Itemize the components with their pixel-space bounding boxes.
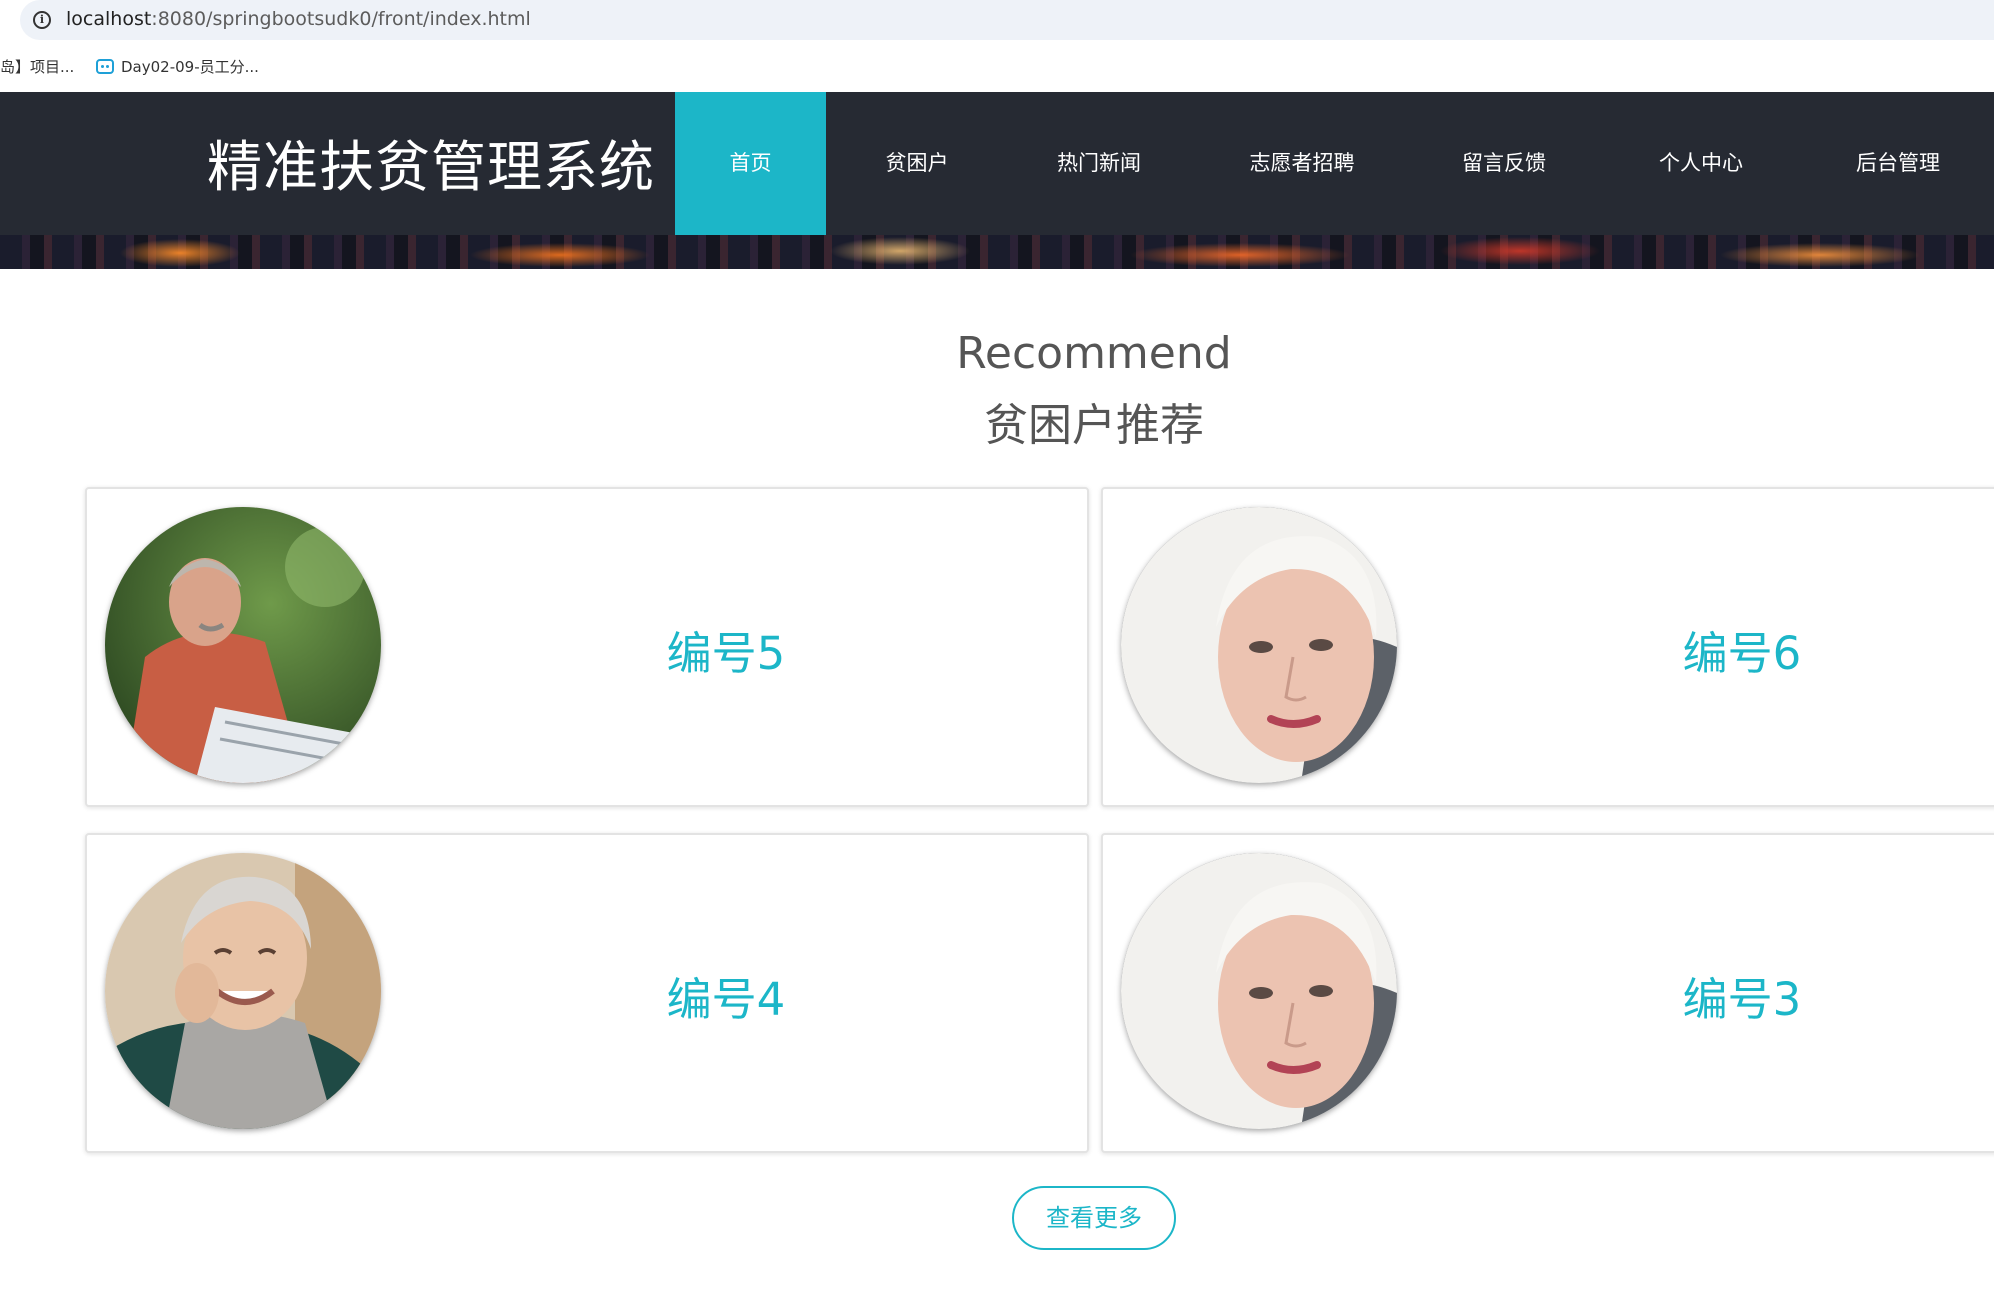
- section-title-en: Recommend: [956, 328, 1232, 379]
- nav-home[interactable]: 首页: [675, 92, 826, 235]
- card-label[interactable]: 编号4: [611, 963, 841, 1028]
- household-card[interactable]: 编号6: [1101, 487, 1994, 807]
- site-title[interactable]: 精准扶贫管理系统: [207, 122, 655, 202]
- address-bar[interactable]: i localhost:8080/springbootsudk0/front/i…: [0, 0, 1994, 40]
- nav-admin[interactable]: 后台管理: [1827, 92, 1969, 235]
- bookmarks-bar: 岛】项目... Day02-09-员工分...: [0, 40, 1994, 92]
- site-header: 精准扶贫管理系统 首页 贫困户 热门新闻 志愿者招聘 留言反馈 个人中心 后台管…: [0, 92, 1994, 235]
- url-path: :8080/springbootsudk0/front/index.html: [151, 8, 531, 30]
- nav-feedback[interactable]: 留言反馈: [1433, 92, 1575, 235]
- nav-poor-households[interactable]: 贫困户: [856, 92, 978, 235]
- nav-hot-news[interactable]: 热门新闻: [1028, 92, 1170, 235]
- elderly-woman-portrait-image: [1121, 853, 1397, 1129]
- household-card[interactable]: 编号3: [1101, 833, 1994, 1153]
- elderly-woman-portrait-image: [1121, 507, 1397, 783]
- elderly-woman-smiling-image: [105, 853, 381, 1129]
- avatar[interactable]: [105, 507, 381, 783]
- url-host: localhost: [66, 8, 152, 30]
- city-night-banner: [0, 235, 1994, 269]
- section-title-zh: 贫困户推荐: [984, 400, 1204, 451]
- card-label[interactable]: 编号6: [1627, 617, 1857, 682]
- avatar[interactable]: [1121, 507, 1397, 783]
- avatar[interactable]: [105, 853, 381, 1129]
- avatar[interactable]: [1121, 853, 1397, 1129]
- nav-personal-center[interactable]: 个人中心: [1630, 92, 1772, 235]
- bookmark-item[interactable]: Day02-09-员工分...: [96, 56, 259, 77]
- card-label[interactable]: 编号3: [1627, 963, 1857, 1028]
- bookmark-item[interactable]: 岛】项目...: [0, 56, 74, 77]
- view-more-button[interactable]: 查看更多: [1012, 1186, 1176, 1250]
- bookmark-label: Day02-09-员工分...: [121, 58, 259, 76]
- household-card[interactable]: 编号5: [85, 487, 1089, 807]
- url-text[interactable]: localhost:8080/springbootsudk0/front/ind…: [66, 8, 531, 30]
- card-label[interactable]: 编号5: [611, 617, 841, 682]
- site-info-icon[interactable]: i: [33, 11, 51, 29]
- elderly-man-reading-newspaper-image: [105, 507, 381, 783]
- bilibili-icon: [96, 59, 114, 74]
- household-card[interactable]: 编号4: [85, 833, 1089, 1153]
- nav-volunteer-recruit[interactable]: 志愿者招聘: [1226, 92, 1378, 235]
